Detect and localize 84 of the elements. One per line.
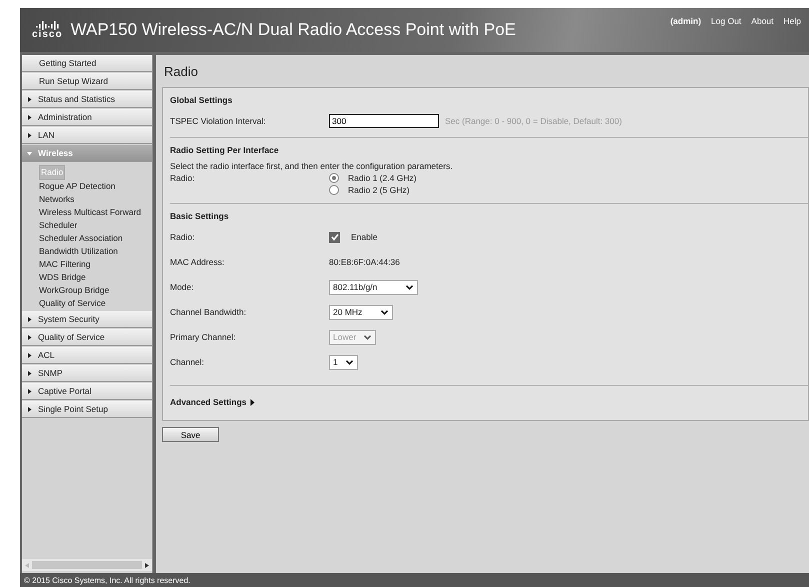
- field-hint: Sec (Range: 0 - 900, 0 = Disable, Default: 300): [445, 116, 622, 126]
- section-title: Basic Settings: [170, 211, 230, 221]
- radio-button[interactable]: [329, 185, 339, 195]
- nav-subitem[interactable]: Scheduler Association: [39, 232, 123, 245]
- logo-text: cisco: [32, 30, 63, 40]
- nav-subitem[interactable]: MAC Filtering: [39, 258, 90, 271]
- field-value: 80:E8:6F:0A:44:36: [329, 257, 400, 267]
- caret-right-icon: [27, 406, 32, 412]
- caret-right-icon: [27, 388, 32, 394]
- checkbox-label: Enable: [351, 232, 378, 242]
- section-note: Select the radio interface first, and then enter the configuration parameters.: [170, 161, 454, 171]
- caret-right-icon: [27, 96, 32, 102]
- nav-subitem[interactable]: Wireless Multicast Forward: [39, 206, 142, 219]
- chevron-down-icon: [381, 310, 388, 314]
- caret-down-icon: [27, 150, 32, 156]
- nav-group[interactable]: ACL: [22, 347, 152, 364]
- nav-group[interactable]: Quality of Service: [22, 329, 152, 346]
- nav-label: ACL: [38, 350, 55, 360]
- field-label: Channel Bandwidth:: [170, 307, 248, 317]
- caret-right-icon: [27, 334, 32, 340]
- horizontal-scrollbar[interactable]: [22, 559, 152, 571]
- caret-right-icon: [27, 114, 32, 120]
- copyright-text: © 2015 Cisco Systems, Inc. All rights reserved.: [24, 576, 190, 584]
- field-label: Channel:: [170, 357, 206, 367]
- nav-group[interactable]: Single Point Setup: [22, 401, 152, 418]
- chevron-down-icon: [346, 360, 353, 364]
- field-label: Mode:: [170, 282, 195, 292]
- nav-label: Wireless: [38, 148, 73, 158]
- nav-subitem[interactable]: Networks: [39, 193, 74, 206]
- scroll-right-icon[interactable]: [145, 562, 149, 568]
- page-title: Radio: [164, 64, 199, 79]
- field-label: MAC Address:: [170, 257, 226, 267]
- nav-group[interactable]: System Security: [22, 311, 152, 328]
- header-link[interactable]: About: [751, 16, 774, 26]
- section-title: Global Settings: [170, 95, 234, 105]
- nav-subitem[interactable]: Scheduler: [39, 219, 78, 232]
- nav-label: Status and Statistics: [38, 94, 116, 104]
- dropdown[interactable]: 1: [329, 354, 358, 370]
- nav-subitem[interactable]: Quality of Service: [39, 297, 106, 310]
- radio-label: Radio 2 (5 GHz): [348, 185, 410, 195]
- nav-subitem[interactable]: Bandwidth Utilization: [39, 245, 118, 258]
- advanced-settings-toggle[interactable]: Advanced Settings: [170, 397, 255, 407]
- header-link[interactable]: Help: [784, 16, 801, 26]
- chevron-down-icon: [406, 284, 413, 290]
- caret-right-icon: [27, 370, 32, 376]
- logo-bars-icon: [35, 20, 60, 30]
- dropdown[interactable]: 802.11b/g/n: [329, 280, 418, 294]
- input-field[interactable]: 300: [329, 114, 439, 128]
- nav-item[interactable]: Run Setup Wizard: [22, 73, 152, 90]
- nav-subitem[interactable]: WDS Bridge: [39, 271, 86, 284]
- nav-label: Captive Portal: [38, 386, 92, 396]
- nav-group[interactable]: Status and Statistics: [22, 91, 152, 108]
- dropdown[interactable]: 20 MHz: [329, 304, 393, 320]
- nav-label: SNMP: [38, 368, 63, 378]
- radio-button[interactable]: [329, 173, 339, 183]
- section-title: Radio Setting Per Interface: [170, 145, 280, 155]
- caret-right-icon: [27, 316, 32, 322]
- save-button[interactable]: Save: [162, 427, 219, 442]
- checkbox[interactable]: [329, 232, 340, 242]
- nav-item[interactable]: Getting Started: [22, 55, 152, 72]
- user-label: (admin): [670, 16, 702, 26]
- nav-subitem[interactable]: Rogue AP Detection: [39, 180, 116, 193]
- field-label: Primary Channel:: [170, 332, 237, 342]
- nav-subitem[interactable]: WorkGroup Bridge: [39, 284, 110, 297]
- nav-label: System Security: [38, 314, 100, 324]
- nav-label: Quality of Service: [38, 332, 105, 342]
- scroll-thumb[interactable]: [32, 561, 142, 569]
- field-label: Radio:: [170, 173, 196, 183]
- nav-group[interactable]: LAN: [22, 127, 152, 144]
- nav-group[interactable]: Administration: [22, 109, 152, 126]
- nav-label: Single Point Setup: [38, 404, 108, 414]
- chevron-down-icon: [364, 334, 372, 340]
- nav-label: LAN: [38, 130, 55, 140]
- nav-group[interactable]: Captive Portal: [22, 383, 152, 400]
- caret-right-icon: [250, 398, 255, 406]
- radio-label: Radio 1 (2.4 GHz): [348, 173, 416, 183]
- caret-right-icon: [27, 352, 32, 358]
- nav-label: Administration: [38, 112, 92, 122]
- header-link[interactable]: Log Out: [711, 16, 742, 26]
- nav-group[interactable]: SNMP: [22, 365, 152, 382]
- caret-right-icon: [27, 132, 32, 138]
- field-label: TSPEC Violation Interval:: [170, 116, 267, 126]
- field-label: Radio:: [170, 232, 196, 242]
- app-title: WAP150 Wireless-AC/N Dual Radio Access Point with PoE: [70, 20, 516, 40]
